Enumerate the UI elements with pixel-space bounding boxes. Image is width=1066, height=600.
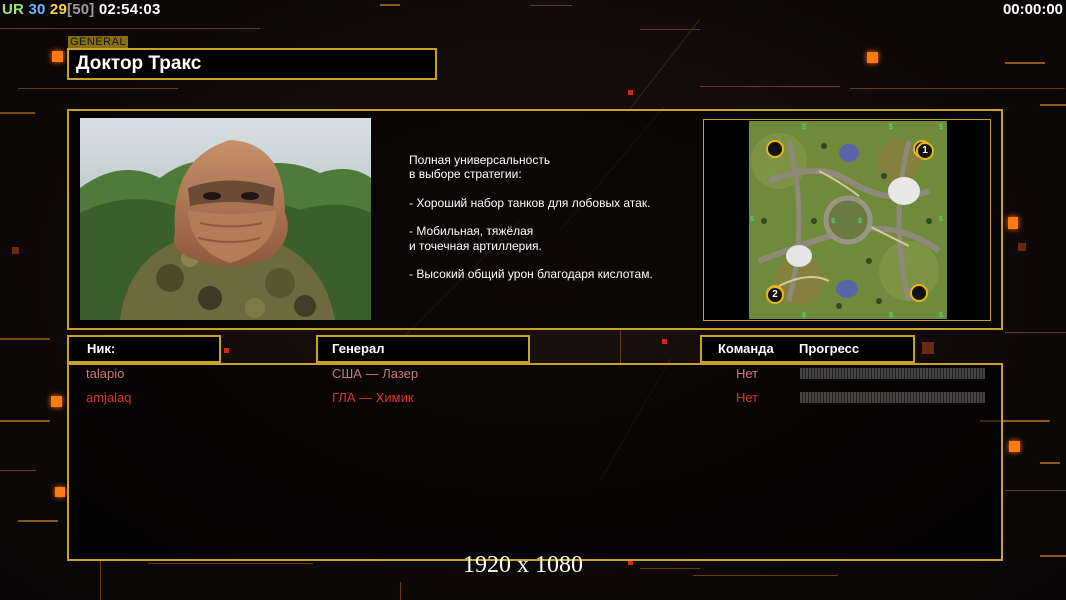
player-general: США — Лазер [332,366,419,381]
header-general-box: Генерал [316,335,530,363]
svg-text:$: $ [802,312,806,319]
svg-text:$: $ [858,218,862,225]
description-line [409,182,653,196]
description-line: Полная универсальность [409,153,551,167]
svg-text:$: $ [939,312,943,319]
header-team: Команда [718,341,774,356]
general-name: Доктор Тракс [76,53,202,74]
player-nick: talapio [86,366,125,381]
general-name-box: Доктор Тракс [67,48,437,80]
description-line: - Высокий общий урон благодаря кислотам. [409,267,653,282]
description-line: и точечная артиллерия. [409,238,542,253]
description-line: - Хороший набор танков для лобовых атак. [409,195,651,210]
header-general: Генерал [332,341,385,356]
description-line [409,253,653,267]
fps-value-secondary: 29 [49,1,68,18]
player-progress-bar [800,368,985,379]
player-nick: amjalaq [86,390,132,405]
svg-text:$: $ [889,312,893,319]
resolution-label: 1920 x 1080 [463,552,583,578]
description-line: - Мобильная, тяжёлая [409,224,534,239]
player-team: Нет [736,366,759,381]
map-preview-box: $ $ $ $ $ $ $ $ $ $ 1 2 [703,119,991,321]
header-nick-box: Ник: [67,335,221,363]
system-clock: 02:54:03 [98,1,161,18]
header-team-progress-box: Команда Прогресс [700,335,915,363]
ur-label: UR [2,1,25,18]
fps-counter: UR 30 29[50] 02:54:03 [2,1,161,18]
player-general: ГЛА — Химик [332,390,414,405]
svg-text:$: $ [831,218,835,225]
fps-value: 30 [28,1,46,18]
svg-text:$: $ [802,124,806,131]
description-line: в выборе стратегии: [409,167,522,182]
fps-cap: [50] [67,1,95,18]
game-timer: 00:00:00 [1002,1,1063,18]
header-nick: Ник: [87,341,116,356]
header-progress: Прогресс [799,341,860,356]
general-description: Полная универсальность в выборе стратеги… [409,153,653,282]
general-tag: GENERAL [68,36,129,48]
player-team: Нет [736,390,759,405]
description-line [409,210,653,224]
map-start-marker-1: 1 [916,142,934,160]
svg-text:$: $ [889,124,893,131]
svg-text:$: $ [750,216,754,223]
svg-text:$: $ [939,216,943,223]
player-progress-bar [800,392,985,403]
general-portrait [80,118,371,320]
svg-text:$: $ [939,124,943,131]
map-start-marker-2: 2 [766,286,784,304]
